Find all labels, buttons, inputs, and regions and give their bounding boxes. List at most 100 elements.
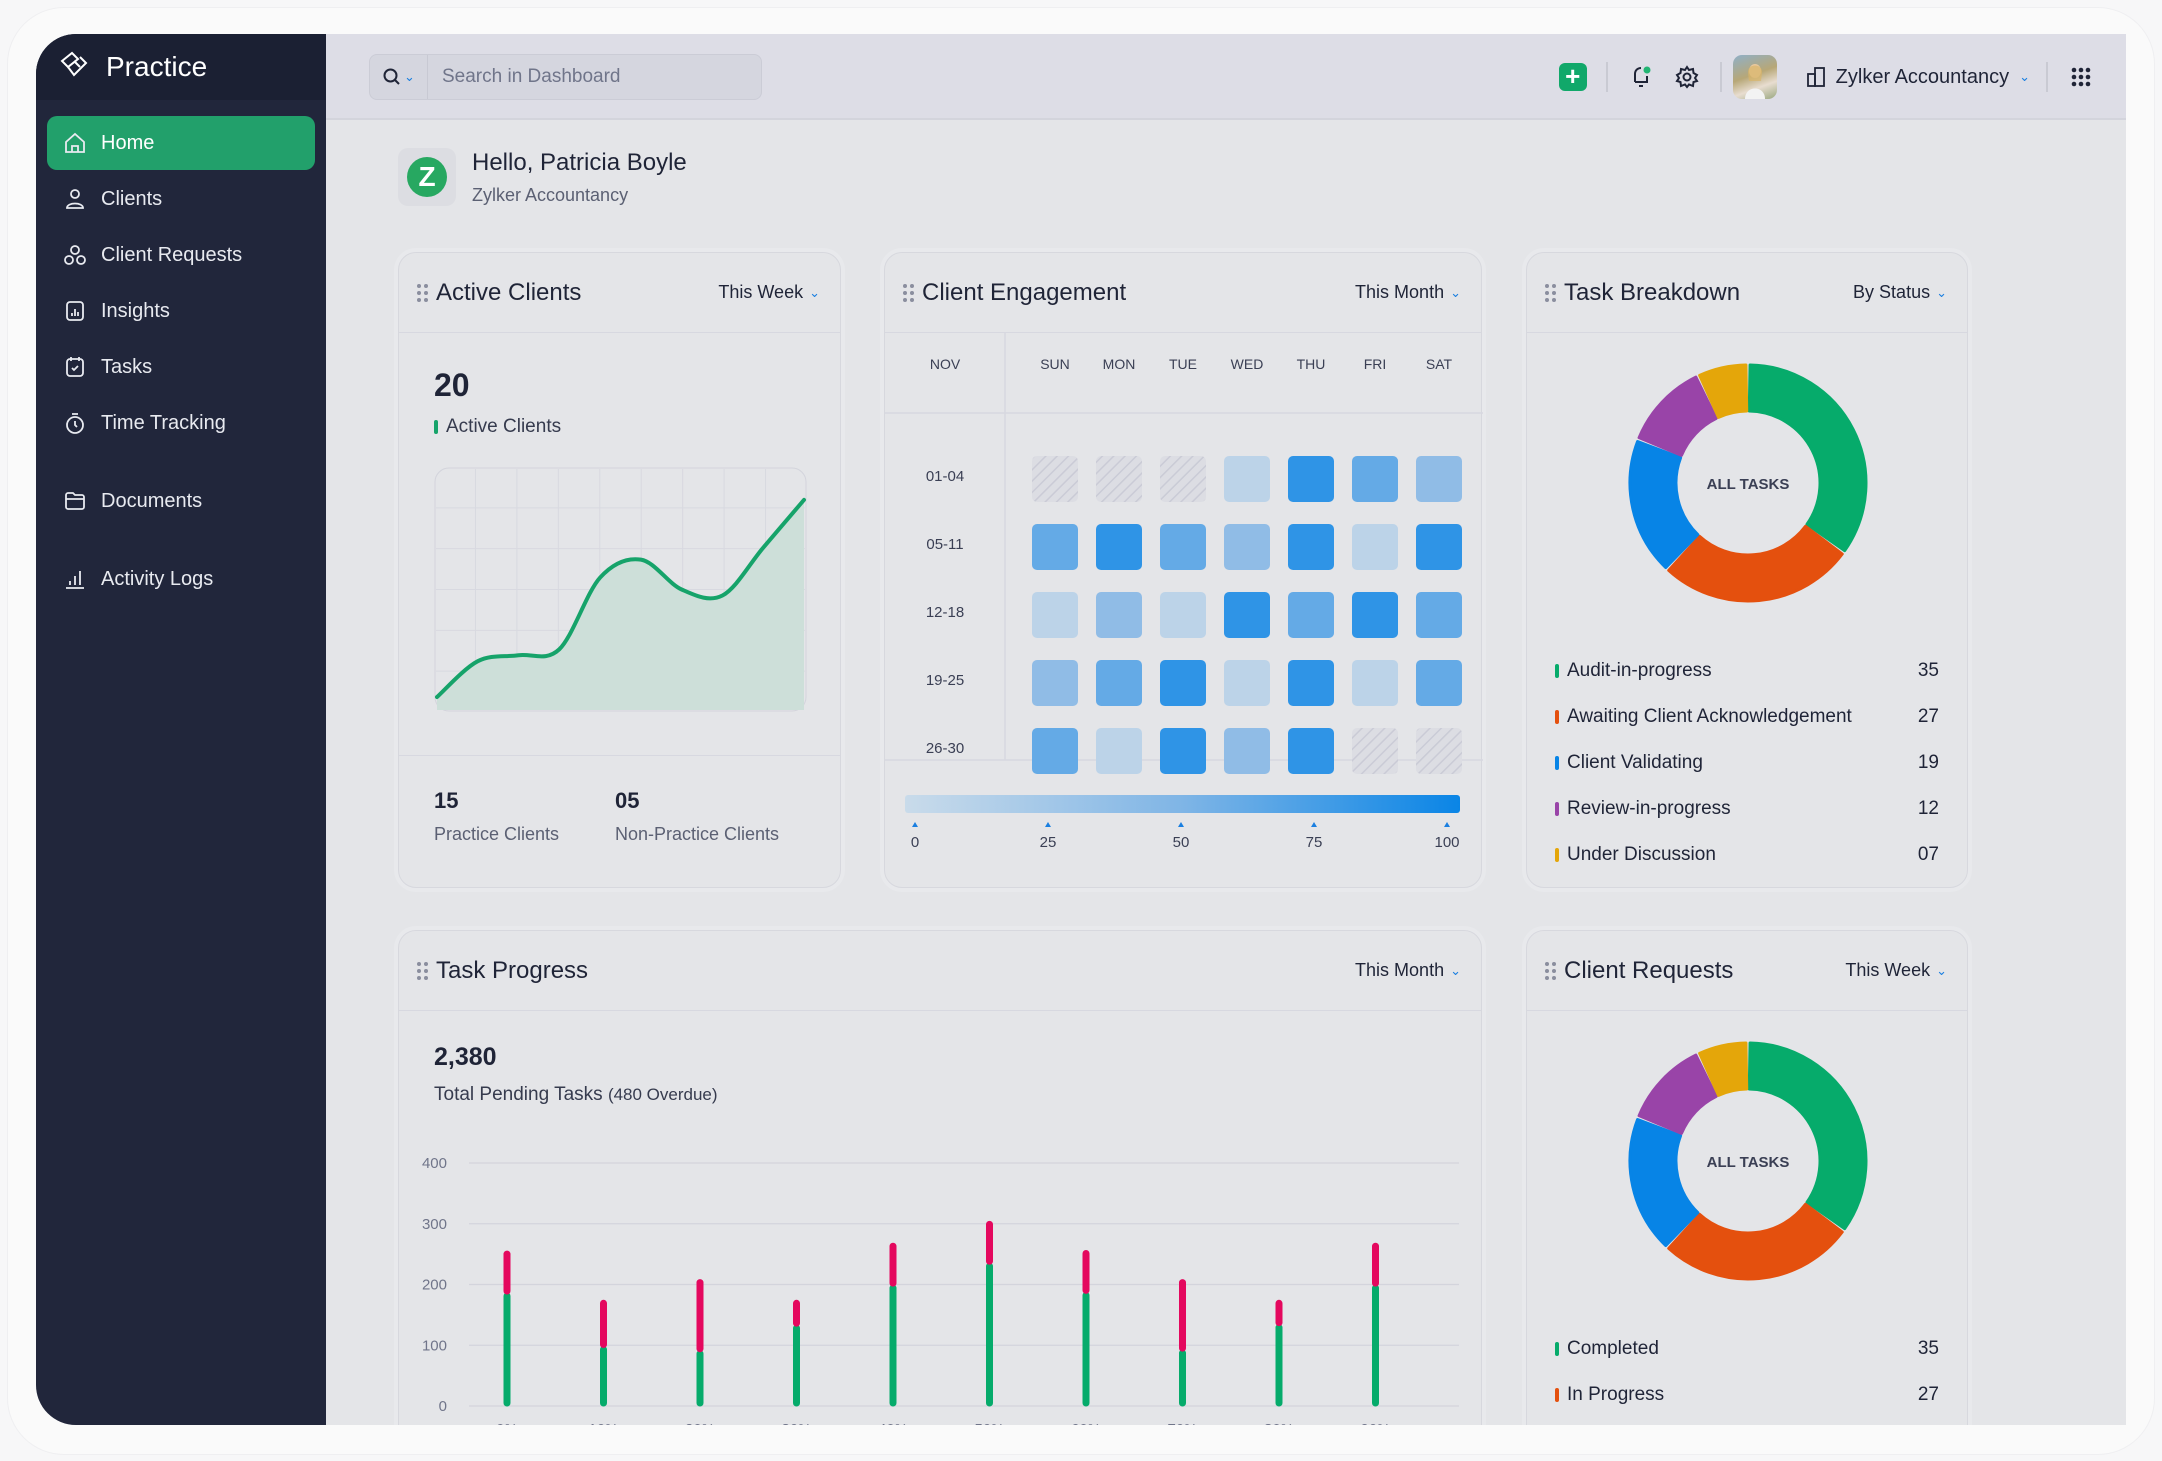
heatmap-cell [1416, 456, 1462, 502]
divider [1605, 62, 1608, 92]
active-clients-chart [434, 467, 807, 712]
drag-handle-icon[interactable] [1545, 961, 1556, 980]
period-dropdown[interactable]: This Month ⌄ [1355, 282, 1461, 303]
scale-tick-label: 25 [1040, 834, 1057, 851]
organization-switcher[interactable]: Zylker Accountancy ⌄ [1806, 66, 2030, 89]
nonpractice-clients-value: 05 [615, 788, 640, 813]
engagement-heatmap: NOV SUN MON TUE WED THU FRI SAT 01-04 05-11 12-18 1… [885, 333, 1483, 851]
y-tick-label: 300 [422, 1216, 447, 1233]
sidebar-item-client-requests[interactable]: Client Requests [47, 228, 315, 282]
row-label: 26-30 [926, 740, 964, 757]
heatmap-cell [1224, 456, 1270, 502]
scale-tick-marker [1045, 822, 1051, 827]
legend-item[interactable]: In Progress 27 [1555, 1372, 1939, 1418]
period-dropdown[interactable]: This Week ⌄ [718, 282, 820, 303]
period-label: This Month [1355, 282, 1445, 302]
folder-icon [65, 492, 85, 510]
legend-item[interactable]: Under Discussion 07 [1555, 832, 1939, 878]
x-tick-label: 90% [1360, 1421, 1390, 1425]
sidebar-item-clients[interactable]: Clients [47, 172, 315, 226]
brand[interactable]: Practice [36, 34, 326, 100]
heatmap-cell [1096, 524, 1142, 570]
y-tick-label: 400 [422, 1155, 447, 1172]
search-input[interactable] [428, 66, 748, 88]
pending-tasks-total: 2,380 [434, 1043, 497, 1071]
scale-tick-marker [1444, 822, 1450, 827]
row-label: 05-11 [926, 536, 963, 553]
sidebar-item-label: Client Requests [101, 243, 243, 266]
x-tick-label: 20% [685, 1421, 715, 1425]
legend-item[interactable]: Yet-to-start19 [1555, 1418, 1939, 1425]
scale-tick-marker [1178, 822, 1184, 827]
sidebar-item-label: Tasks [101, 355, 153, 378]
heatmap-cell [1416, 524, 1462, 570]
apps-button[interactable] [2058, 54, 2104, 100]
period-dropdown[interactable]: This Week ⌄ [1845, 960, 1947, 981]
heatmap-cell [1224, 592, 1270, 638]
drag-handle-icon[interactable] [1545, 283, 1556, 302]
legend-item[interactable]: Client Validating 19 [1555, 740, 1939, 786]
status-dropdown[interactable]: By Status ⌄ [1853, 282, 1947, 303]
donut-slice [1747, 363, 1868, 553]
drag-handle-icon[interactable] [903, 283, 914, 302]
user-avatar-button[interactable] [1732, 54, 1778, 100]
row-label: 19-25 [926, 672, 964, 689]
org-logo-letter: Z [407, 157, 447, 197]
legend-item[interactable]: Completed 35 [1555, 1326, 1939, 1372]
x-tick-label: 50% [974, 1421, 1004, 1425]
practice-clients-label: Practice Clients [434, 824, 560, 844]
pending-tasks-label: Total Pending Tasks (480 Overdue) [434, 1084, 718, 1105]
drag-handle-icon[interactable] [417, 961, 428, 980]
drag-handle-icon[interactable] [417, 283, 428, 302]
legend-item[interactable]: Review-in-progress 12 [1555, 786, 1939, 832]
heatmap-cell [1288, 456, 1334, 502]
sidebar-item-activity-logs[interactable]: Activity Logs [47, 552, 315, 606]
x-tick-label: 70% [1167, 1421, 1197, 1425]
period-dropdown[interactable]: This Month ⌄ [1355, 960, 1461, 981]
main-content: ⌄ + [326, 34, 2126, 1425]
sidebar-item-tasks[interactable]: Tasks [47, 340, 315, 394]
grid-icon [2071, 67, 2091, 87]
bell-icon [1633, 66, 1651, 87]
heatmap-cell [1032, 524, 1078, 570]
heatmap-cell [1160, 524, 1206, 570]
sidebar-item-documents[interactable]: Documents [47, 474, 315, 528]
column-label: THU [1297, 356, 1326, 372]
sidebar-item-time-tracking[interactable]: Time Tracking [47, 396, 315, 450]
app-window: Practice Home Clients Client Requests In… [36, 34, 2126, 1425]
search-scope-button[interactable]: ⌄ [370, 55, 428, 99]
card-title: Active Clients [436, 278, 582, 306]
card-title: Client Engagement [922, 278, 1127, 306]
column-label: SUN [1040, 356, 1070, 372]
heatmap-cell [1160, 660, 1206, 706]
timer-icon [66, 413, 84, 434]
bar-chart-icon [66, 571, 84, 589]
notifications-button[interactable] [1618, 54, 1664, 100]
sidebar-item-home[interactable]: Home [47, 116, 315, 170]
donut-center-label: ALL TASKS [1707, 1154, 1790, 1171]
task-breakdown-legend: Audit-in-progress 35 Awaiting Client Ackn… [1555, 648, 1939, 878]
chevron-down-icon: ⌄ [1936, 284, 1947, 300]
org-name: Zylker Accountancy [1835, 65, 2010, 88]
greeting-subtitle: Zylker Accountancy [472, 184, 629, 205]
add-button[interactable]: + [1550, 54, 1596, 100]
task-progress-chart: 0 100 200 300 400 0% 10% 20% 30% 40% 50% 60% 70% 80% 9… [422, 1155, 1459, 1425]
task-breakdown-card: Task Breakdown By Status ⌄ ALL TASKS Audi… [1526, 252, 1968, 888]
users-icon [64, 245, 86, 265]
x-tick-label: 60% [1071, 1421, 1101, 1425]
sidebar-item-insights[interactable]: Insights [47, 284, 315, 338]
legend-item[interactable]: Awaiting Client Acknowledgement 27 [1555, 694, 1939, 740]
period-label: By Status [1853, 282, 1931, 302]
chevron-down-icon: ⌄ [809, 284, 820, 300]
sidebar-item-label: Home [101, 131, 155, 154]
heatmap-cell [1224, 728, 1270, 774]
calendar-check-icon [66, 357, 84, 377]
sidebar-nav: Home Clients Client Requests Insights Ta… [36, 100, 326, 624]
heatmap-cell [1416, 728, 1462, 774]
settings-button[interactable] [1664, 54, 1710, 100]
period-label: This Week [718, 282, 804, 302]
legend-item[interactable]: Audit-in-progress 35 [1555, 648, 1939, 694]
heatmap-cell [1160, 728, 1206, 774]
scale-tick-marker [1311, 822, 1317, 827]
scale-tick-label: 75 [1306, 834, 1323, 851]
